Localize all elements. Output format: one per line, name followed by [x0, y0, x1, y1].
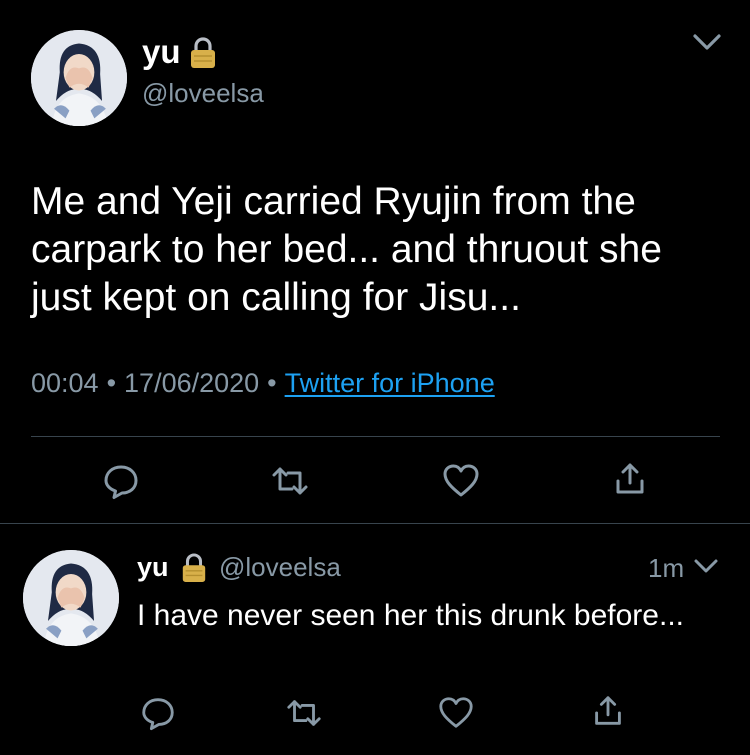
heart-icon [443, 464, 479, 497]
retweet-button[interactable] [285, 694, 323, 732]
like-button[interactable] [437, 694, 475, 732]
main-handle[interactable]: @loveelsa [142, 78, 264, 108]
share-icon [595, 696, 621, 725]
divider [31, 436, 720, 437]
avatar-image [23, 550, 119, 646]
reply-button[interactable] [139, 694, 177, 732]
reply-icon [104, 465, 138, 499]
divider [0, 523, 750, 524]
chevron-down-icon[interactable] [693, 558, 719, 576]
tweet-time: 00:04 [31, 368, 99, 398]
main-display-name[interactable]: yu [142, 32, 181, 72]
reply-handle[interactable]: @loveelsa [219, 550, 341, 584]
tweet-date: 17/06/2020 [124, 368, 260, 398]
meta-separator: • [106, 368, 117, 398]
reply-timestamp: 1m [648, 553, 685, 583]
share-button[interactable] [589, 692, 627, 730]
main-tweet-avatar[interactable] [31, 30, 127, 126]
share-button[interactable] [610, 459, 650, 499]
lock-icon [180, 552, 208, 584]
reply-tweet-avatar[interactable] [23, 550, 119, 646]
tweet-text: Me and Yeji carried Ryujin from the carp… [31, 180, 673, 319]
retweet-icon [272, 467, 308, 495]
reply-display-name[interactable]: yu [137, 550, 169, 584]
retweet-button[interactable] [270, 461, 310, 501]
reply-icon [142, 698, 174, 731]
meta-separator: • [267, 368, 277, 398]
lock-icon [188, 36, 218, 70]
reply-tweet-text: I have never seen her this drunk before.… [137, 599, 684, 632]
reply-button[interactable] [101, 461, 141, 501]
chevron-down-icon[interactable] [692, 32, 722, 54]
tweet-meta: 00:04 • 17/06/2020 • Twitter for iPhone [31, 366, 495, 400]
avatar-image [31, 30, 127, 126]
retweet-icon [287, 700, 321, 726]
share-icon [616, 463, 644, 494]
heart-icon [439, 697, 473, 728]
like-button[interactable] [441, 461, 481, 501]
tweet-source-link[interactable]: Twitter for iPhone [285, 368, 495, 398]
